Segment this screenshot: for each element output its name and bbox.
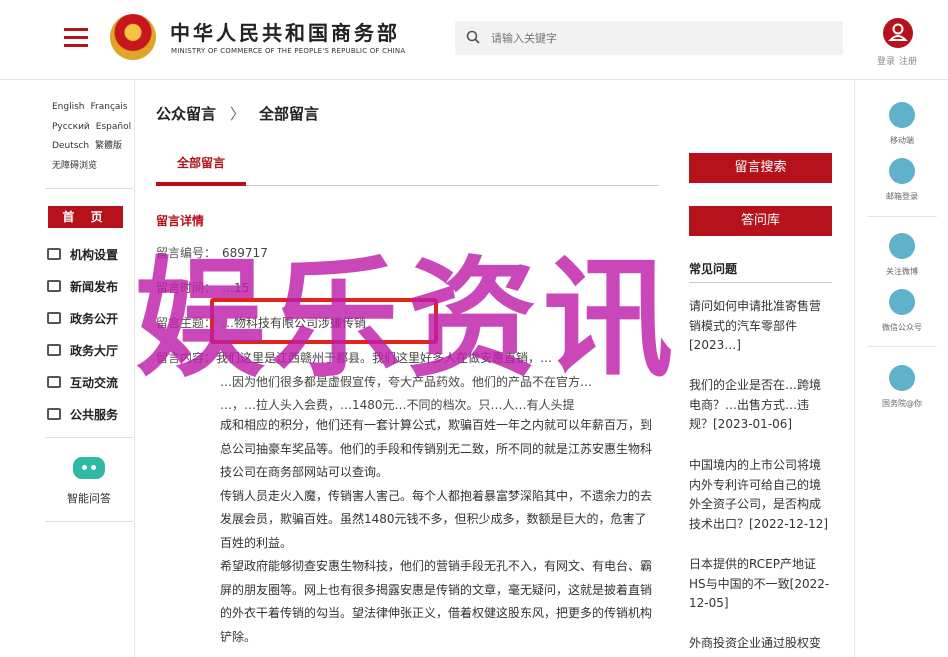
- divider: [45, 521, 133, 522]
- state-council-link[interactable]: 国务院@你: [855, 365, 948, 409]
- breadcrumb-current[interactable]: 全部留言: [259, 105, 319, 123]
- faq-item[interactable]: 外商投资企业通过股权变: [689, 634, 832, 654]
- message-content-row: 留言内容：我们这里是江西赣州于都县。我们这里好多人在做安惠直销，…: [156, 349, 656, 366]
- qa-library-button[interactable]: 答问库: [689, 206, 832, 236]
- lang-english[interactable]: English: [52, 102, 85, 112]
- document-icon: [47, 312, 61, 324]
- nav-item-gov-info[interactable]: 政务公开: [45, 302, 133, 334]
- divider: [867, 216, 937, 217]
- national-emblem-logo[interactable]: ★: [110, 14, 156, 60]
- message-time-row: 留言时间： …15: [156, 279, 249, 296]
- faq-item[interactable]: 中国境内的上市公司将境内外专利许可给自己的境外全资子公司，是否构成技术出口？[2…: [689, 456, 832, 534]
- nav-item-public-service[interactable]: 公共服务: [45, 398, 133, 430]
- tab-bar: 全部留言: [156, 150, 659, 186]
- weibo-icon: [889, 233, 915, 259]
- user-icon[interactable]: [883, 18, 913, 48]
- lang-accessibility[interactable]: 无障碍浏览: [52, 161, 97, 171]
- email-login-link[interactable]: 邮箱登录: [855, 158, 948, 202]
- breadcrumb-root[interactable]: 公众留言: [156, 105, 216, 123]
- message-content-line: …，…拉人头入会费，…1480元…不同的档次。只…人…有人头提: [220, 398, 575, 412]
- left-nav: 机构设置 新闻发布 政务公开 政务大厅 互动交流 公共服务: [45, 238, 133, 430]
- divider: [45, 437, 133, 438]
- faq-item[interactable]: 日本提供的RCEP产地证HS与中国的不一致[2022-12-05]: [689, 555, 832, 614]
- breadcrumb: 公众留言〉全部留言: [156, 103, 319, 124]
- site-title-en: MINISTRY OF COMMERCE OF THE PEOPLE'S REP…: [171, 47, 406, 55]
- user-links: 登录 注册: [877, 54, 921, 67]
- ai-qa-label[interactable]: 智能问答: [67, 490, 111, 506]
- tab-all-messages[interactable]: 全部留言: [156, 150, 246, 186]
- chat-icon: [47, 376, 61, 388]
- message-time-label: 留言时间：: [156, 281, 217, 295]
- message-content-line: …因为他们很多都是虚假宣传，夸大产品药效。他们的产品不在官方…: [220, 375, 593, 389]
- message-content-body: 成和相应的积分，他们还有一套计算公式，欺骗百姓一年之内就可以年薪百万，到总公司抽…: [220, 414, 658, 649]
- message-time-value: …15: [222, 281, 250, 295]
- divider: [689, 282, 832, 283]
- faq-item[interactable]: 我们的企业是否在…跨境电商？…出售方式…违规？[2023-01-06]: [689, 376, 832, 435]
- message-id-value: 689717: [222, 246, 268, 260]
- right-sidebar: 移动端 邮箱登录 关注微博 微信公众号 国务院@你: [854, 80, 948, 657]
- search-input[interactable]: [491, 21, 831, 55]
- language-list: English Français Русский Español Deutsch 繁體…: [52, 98, 132, 176]
- robot-icon[interactable]: [73, 457, 105, 479]
- at-icon: [889, 365, 915, 391]
- message-id-label: 留言编号：: [156, 246, 217, 260]
- lang-russian[interactable]: Русский: [52, 122, 90, 132]
- grid-icon: [47, 248, 61, 260]
- site-title[interactable]: 中华人民共和国商务部: [170, 17, 400, 46]
- lang-german[interactable]: Deutsch: [52, 141, 89, 151]
- service-icon: [47, 408, 61, 420]
- lang-traditional[interactable]: 繁體版: [95, 141, 122, 151]
- nav-item-news[interactable]: 新闻发布: [45, 270, 133, 302]
- nav-item-interaction[interactable]: 互动交流: [45, 366, 133, 398]
- content-paragraph: 希望政府能够彻查安惠生物科技，他们的营销手段无孔不入，有网文、有电台、霸屏的朋友…: [220, 559, 653, 644]
- wechat-link[interactable]: 微信公众号: [855, 289, 948, 333]
- divider: [867, 346, 937, 347]
- content-paragraph: 成和相应的积分，他们还有一套计算公式，欺骗百姓一年之内就可以年薪百万，到总公司抽…: [220, 418, 653, 479]
- chevron-right-icon: 〉: [230, 105, 246, 123]
- mail-icon: [889, 158, 915, 184]
- lang-french[interactable]: Français: [91, 102, 128, 112]
- section-title: 留言详情: [156, 214, 205, 228]
- home-button[interactable]: 首 页: [48, 206, 123, 228]
- nav-item-organization[interactable]: 机构设置: [45, 238, 133, 270]
- register-link[interactable]: 注册: [899, 57, 917, 67]
- lang-spanish[interactable]: Español: [96, 122, 131, 132]
- mobile-icon: [889, 102, 915, 128]
- content-paragraph: 传销人员走火入魔，传销害人害己。每个人都抱着暴富梦深陷其中，不遗余力的去发展会员…: [220, 488, 653, 550]
- monitor-icon: [47, 344, 61, 356]
- left-sidebar: English Français Русский Español Deutsch 繁體…: [45, 80, 135, 657]
- message-content-line: 我们这里是江西赣州于都县。我们这里好多人在做安惠直销，…: [216, 351, 553, 365]
- site-header: ★ 中华人民共和国商务部 MINISTRY OF COMMERCE OF THE…: [0, 0, 948, 80]
- message-subject-label: 留言主题：: [156, 316, 217, 330]
- search-box[interactable]: [455, 21, 843, 55]
- message-search-button[interactable]: 留言搜索: [689, 153, 832, 183]
- wechat-icon: [889, 289, 915, 315]
- faq-item[interactable]: 请问如何申请批准寄售营销模式的汽车零部件[2023…]: [689, 297, 832, 356]
- weibo-link[interactable]: 关注微博: [855, 233, 948, 277]
- message-id-row: 留言编号： 689717: [156, 244, 268, 261]
- highlight-box: [210, 298, 438, 344]
- faq-title: 常见问题: [689, 262, 738, 276]
- nav-item-service-hall[interactable]: 政务大厅: [45, 334, 133, 366]
- mobile-link[interactable]: 移动端: [855, 102, 948, 146]
- login-link[interactable]: 登录: [877, 57, 895, 67]
- search-icon[interactable]: [466, 30, 480, 44]
- message-content-label: 留言内容：: [156, 351, 217, 365]
- news-icon: [47, 280, 61, 292]
- divider: [45, 188, 133, 189]
- menu-icon[interactable]: [64, 28, 88, 48]
